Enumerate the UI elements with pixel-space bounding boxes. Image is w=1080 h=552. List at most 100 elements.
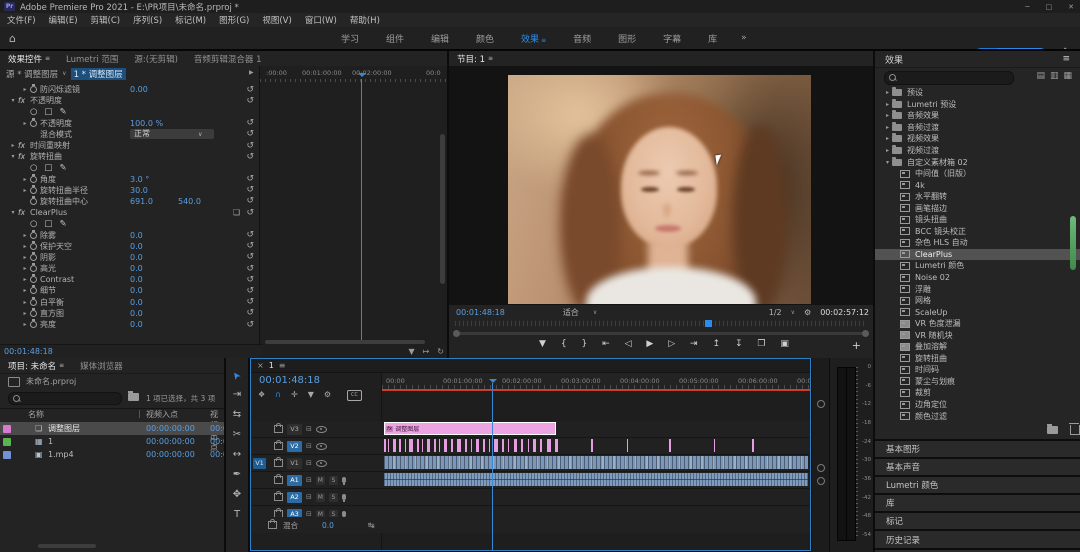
clip-fragment[interactable]	[388, 439, 389, 452]
workspace-tab[interactable]: 效果≡	[521, 32, 546, 45]
rect-mask-icon[interactable]: □	[44, 219, 52, 229]
clip-fragment[interactable]	[422, 439, 423, 452]
effect-property-row[interactable]: fx ○ □ ✎ 旋转扭曲中心 691.0 ∨ 540.0 ❏ ↺	[0, 196, 259, 207]
step-forward-button[interactable]: ▷	[668, 339, 675, 349]
reset-parameter-icon[interactable]: ↺	[246, 208, 254, 218]
collapsed-panel-header[interactable]: 历史记录	[875, 529, 1080, 547]
track-content[interactable]: fx调整图层	[381, 421, 810, 437]
chevron-icon[interactable]: ▸	[20, 187, 30, 194]
fx-badge-icon[interactable]: fx	[18, 96, 30, 105]
sync-lock-icon[interactable]: ⊟	[306, 425, 312, 433]
panel-menu-icon[interactable]: ≡	[1062, 54, 1070, 64]
vertical-scrollbar[interactable]	[440, 134, 445, 284]
mark-in-button[interactable]: {	[561, 339, 567, 349]
reset-parameter-icon[interactable]: ↺	[246, 241, 254, 251]
reset-parameter-icon[interactable]: ↺	[246, 85, 254, 95]
solo-button[interactable]: S	[329, 476, 338, 485]
clip-fragment[interactable]	[627, 439, 628, 452]
home-icon[interactable]: ⌂	[9, 32, 16, 45]
project-item-row[interactable]: ▦ 1 00:00:00:00 00:00:00:00	[0, 435, 224, 448]
effect-controls-tab[interactable]: 效果控件≡	[0, 53, 58, 65]
effects-tree-item[interactable]: 中间值（旧版）	[875, 168, 1080, 180]
stopwatch-icon[interactable]	[30, 120, 40, 127]
chevron-icon[interactable]: ▾	[8, 153, 18, 160]
effect-property-row[interactable]: ▸ fx ○ □ ✎ 直方图 0.0 ∨ ❏ ↺	[0, 308, 259, 319]
chevron-icon[interactable]: ▾	[8, 97, 18, 104]
clip-fragment[interactable]	[508, 439, 509, 452]
clip-fragment[interactable]	[669, 439, 671, 452]
item-name[interactable]: 1	[48, 437, 53, 446]
reset-parameter-icon[interactable]: ↺	[246, 230, 254, 240]
property-value[interactable]: 0.0	[130, 298, 143, 307]
toggle-audio-loop-icon[interactable]: ↻	[437, 347, 444, 356]
linked-selection-icon[interactable]: ✛	[291, 390, 298, 399]
track-target-button[interactable]: A1	[287, 475, 302, 486]
pen-mask-icon[interactable]: ✎	[59, 163, 66, 173]
stopwatch-icon[interactable]	[30, 243, 40, 250]
add-marker-button[interactable]: ▼	[539, 339, 546, 349]
track-target-button[interactable]: A2	[287, 492, 302, 503]
clip-fragment[interactable]	[514, 439, 517, 452]
mute-button[interactable]: M	[316, 476, 325, 485]
label-color-chip[interactable]	[3, 438, 11, 446]
workspace-tab[interactable]: 组件≡	[386, 32, 404, 45]
program-mini-timeline[interactable]	[455, 321, 867, 326]
reset-parameter-icon[interactable]: ↺	[246, 286, 254, 296]
effect-property-row[interactable]: ▸ fx ○ □ ✎ 时间重映射 ∨ ❏ ↺	[0, 140, 259, 151]
effects-tree-item[interactable]: ▸ 视频效果	[875, 133, 1080, 145]
track-content[interactable]	[381, 438, 810, 454]
effects-tree-item[interactable]: 4k	[875, 179, 1080, 191]
filter-properties-icon[interactable]: ▼	[408, 347, 414, 356]
collapsed-panel-header[interactable]: 信息	[875, 548, 1080, 552]
clip-fragment[interactable]	[502, 439, 504, 452]
chevron-icon[interactable]: ▸	[20, 176, 30, 183]
property-value[interactable]: 0.00	[130, 85, 148, 94]
effects-tree-item[interactable]: 时间码	[875, 364, 1080, 376]
scrollbar-knob[interactable]	[817, 464, 825, 472]
clip-fragment[interactable]	[555, 439, 558, 452]
menu-item[interactable]: 帮助(H)	[350, 14, 380, 26]
workspace-tab[interactable]: 图形≡	[618, 32, 636, 45]
ellipse-mask-icon[interactable]: ○	[30, 163, 37, 173]
reset-parameter-icon[interactable]: ↺	[246, 320, 254, 330]
property-value[interactable]: 0.0	[130, 242, 143, 251]
reset-parameter-icon[interactable]: ↺	[246, 118, 254, 128]
effects-tree-item[interactable]: 水平翻转	[875, 191, 1080, 203]
fx-badge-icon[interactable]: fx	[18, 208, 30, 217]
property-value[interactable]: 691.0	[130, 197, 153, 206]
source-patch-button[interactable]: V1	[253, 458, 266, 469]
delete-custom-item-icon[interactable]	[1070, 425, 1080, 435]
rect-mask-icon[interactable]: □	[44, 163, 52, 173]
reset-parameter-icon[interactable]: ↺	[246, 275, 254, 285]
effects-tree-item[interactable]: 边角定位	[875, 399, 1080, 411]
project-item-row[interactable]: ▣ 1.mp4 00:00:00:00 00:00:00:00	[0, 448, 224, 461]
collapsed-panel-header[interactable]: 标记	[875, 511, 1080, 529]
comparison-view-button[interactable]: ▣	[780, 339, 789, 349]
property-value[interactable]: 100.0 %	[130, 119, 163, 128]
clip-fragment[interactable]	[399, 439, 401, 452]
stopwatch-icon[interactable]	[30, 287, 40, 294]
chevron-icon[interactable]: ▸	[883, 147, 892, 154]
menu-item[interactable]: 图形(G)	[219, 14, 249, 26]
ripple-edit-tool[interactable]: ⇆	[233, 410, 241, 420]
solo-button[interactable]: S	[329, 493, 338, 502]
yuv-effects-filter-icon[interactable]: ▦	[1063, 71, 1072, 81]
reset-parameter-icon[interactable]: ↺	[246, 264, 254, 274]
mark-out-button[interactable]: }	[581, 339, 587, 349]
chevron-icon[interactable]: ▾	[883, 159, 892, 166]
audio-clip[interactable]	[384, 473, 808, 486]
timeline-timecode[interactable]: 00:01:48:18	[259, 375, 320, 386]
project-item-row[interactable]: ❏ 调整图层 00:00:00:00 00:00:00:00	[0, 422, 224, 435]
clip-fragment[interactable]	[434, 439, 436, 452]
stopwatch-icon[interactable]	[30, 299, 40, 306]
stopwatch-icon[interactable]	[30, 276, 40, 283]
minimize-button[interactable]: ─	[1025, 3, 1029, 11]
playback-resolution-dropdown[interactable]: 1/2	[769, 308, 782, 317]
stopwatch-icon[interactable]	[30, 265, 40, 272]
pen-tool[interactable]: ✒	[233, 470, 241, 480]
button-editor-plus[interactable]: +	[852, 339, 861, 352]
chevron-icon[interactable]: ▸	[20, 86, 30, 93]
effects-tree-item[interactable]: 杂色 HLS 自动	[875, 237, 1080, 249]
extract-button[interactable]: ↧	[735, 339, 743, 349]
item-name[interactable]: 调整图层	[48, 423, 80, 434]
